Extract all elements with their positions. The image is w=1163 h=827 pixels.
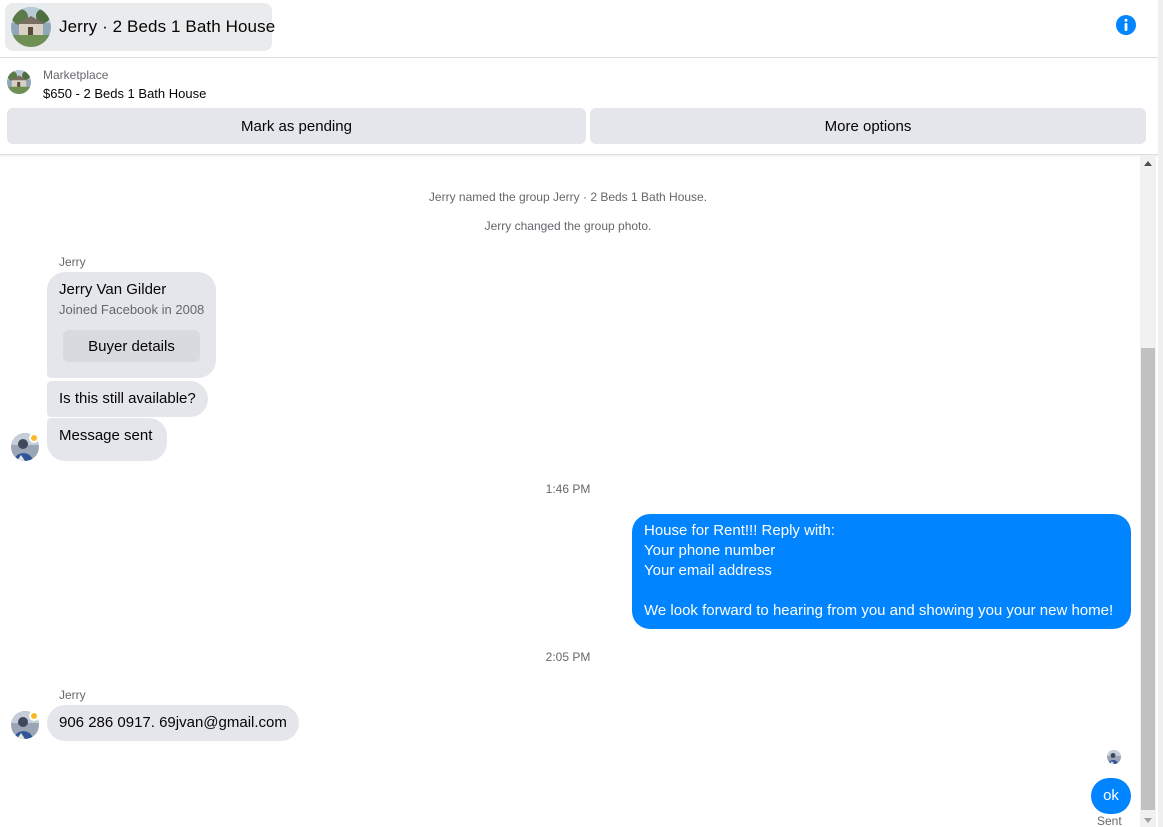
group-photo-avatar bbox=[11, 7, 51, 47]
timestamp: 2:05 PM bbox=[545, 650, 591, 664]
listing-title[interactable]: $650 - 2 Beds 1 Bath House bbox=[43, 86, 206, 101]
person-photo-icon bbox=[1107, 750, 1121, 764]
house-photo-icon bbox=[7, 70, 31, 94]
window-edge bbox=[1158, 0, 1163, 827]
delivery-status: Sent bbox=[1097, 814, 1122, 827]
sender-name: Jerry bbox=[59, 255, 86, 269]
incoming-message[interactable]: 906 286 0917. 69jvan@gmail.com bbox=[47, 705, 299, 741]
scroll-up-arrow-icon[interactable] bbox=[1144, 161, 1152, 166]
incoming-message[interactable]: Is this still available? bbox=[47, 381, 208, 417]
buyer-profile-card: Jerry Van Gilder Joined Facebook in 2008… bbox=[47, 272, 216, 378]
more-options-button[interactable]: More options bbox=[590, 108, 1146, 144]
marketplace-listing-bar: Marketplace $650 - 2 Beds 1 Bath House M… bbox=[0, 58, 1159, 155]
system-message-photo: Jerry changed the group photo. bbox=[484, 219, 652, 233]
buyer-details-button[interactable]: Buyer details bbox=[63, 330, 200, 362]
thread-scrollbar[interactable] bbox=[1140, 155, 1156, 827]
sender-name: Jerry bbox=[59, 688, 86, 702]
info-circle-icon[interactable] bbox=[1115, 14, 1137, 36]
conversation-header: Jerry · 2 Beds 1 Bath House bbox=[0, 0, 1159, 58]
conversation-title: Jerry · 2 Beds 1 Bath House bbox=[59, 17, 276, 36]
system-message-rename: Jerry named the group Jerry · 2 Beds 1 B… bbox=[428, 190, 708, 204]
marketplace-label: Marketplace bbox=[43, 68, 109, 82]
outgoing-message[interactable]: ok bbox=[1091, 778, 1131, 814]
read-receipt-avatar bbox=[1107, 750, 1121, 764]
scrollbar-thumb[interactable] bbox=[1141, 348, 1155, 810]
conversation-title-button[interactable]: Jerry · 2 Beds 1 Bath House bbox=[5, 3, 276, 51]
scroll-down-arrow-icon[interactable] bbox=[1144, 818, 1152, 823]
presence-dot-icon bbox=[29, 711, 39, 721]
presence-dot-icon bbox=[29, 433, 39, 443]
mark-as-pending-button[interactable]: Mark as pending bbox=[7, 108, 586, 144]
buyer-joined-text: Joined Facebook in 2008 bbox=[59, 302, 205, 317]
buyer-name[interactable]: Jerry Van Gilder bbox=[59, 281, 166, 298]
house-photo-icon bbox=[11, 7, 51, 47]
timestamp: 1:46 PM bbox=[545, 482, 591, 496]
outgoing-message[interactable]: House for Rent!!! Reply with: Your phone… bbox=[632, 514, 1131, 629]
incoming-message[interactable]: Message sent bbox=[47, 418, 167, 461]
listing-thumbnail[interactable] bbox=[7, 70, 31, 94]
